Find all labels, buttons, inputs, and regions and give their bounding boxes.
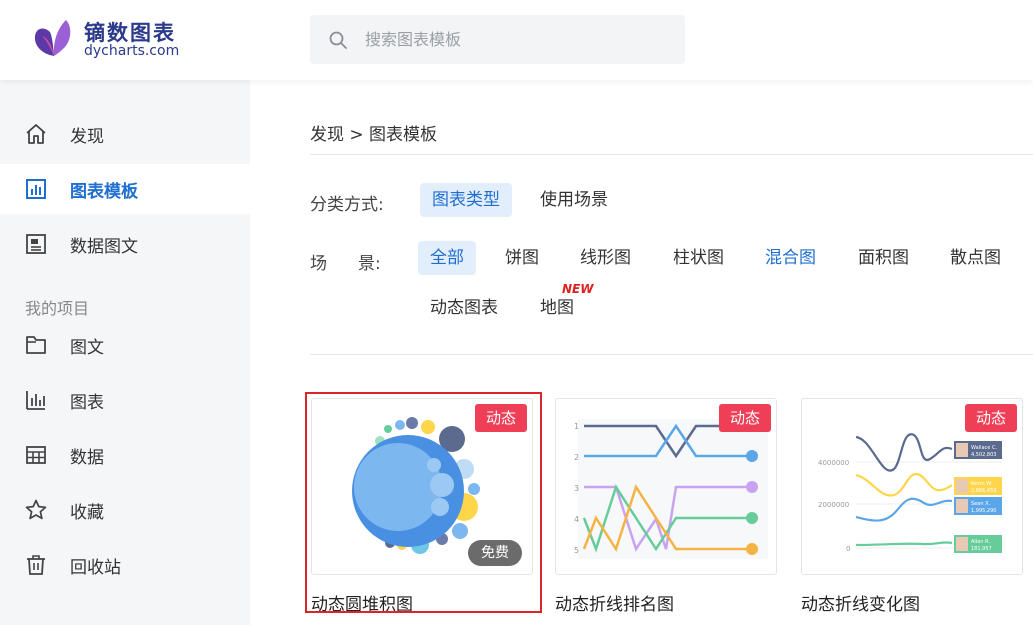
rank-tick: 1 bbox=[574, 422, 579, 431]
my-projects-heading: 我的项目 bbox=[25, 299, 90, 318]
trash-icon bbox=[27, 555, 45, 575]
sidebar-item-data-article[interactable]: 数据图文 bbox=[0, 219, 250, 269]
y-tick: 0 bbox=[846, 545, 850, 553]
sidebar-item-label: 数据 bbox=[70, 447, 104, 468]
classify-label: 分类方式: bbox=[310, 195, 384, 215]
sidebar-item-label: 数据图文 bbox=[70, 236, 138, 257]
bar-label-value: 181,957 bbox=[971, 546, 992, 552]
search-box[interactable] bbox=[310, 15, 685, 64]
article-icon bbox=[26, 234, 46, 254]
logo[interactable]: 镝数图表 dycharts.com bbox=[32, 14, 192, 64]
rank-tick: 5 bbox=[574, 546, 579, 555]
y-tick: 2000000 bbox=[818, 501, 849, 509]
dynamic-tag: 动态 bbox=[965, 404, 1017, 432]
new-badge: NEW bbox=[562, 282, 594, 296]
star-icon bbox=[25, 499, 47, 520]
dynamic-tag: 动态 bbox=[719, 404, 771, 432]
scene-pie[interactable]: 饼图 bbox=[493, 241, 551, 275]
sidebar-item-label: 图文 bbox=[70, 337, 104, 358]
scene-map[interactable]: 地图 bbox=[528, 291, 586, 325]
template-title[interactable]: 动态折线排名图 bbox=[555, 590, 674, 615]
home-icon bbox=[26, 124, 46, 144]
template-title[interactable]: 动态折线变化图 bbox=[801, 590, 920, 615]
sidebar-item-label: 图表 bbox=[70, 392, 104, 413]
sidebar-item-discover[interactable]: 发现 bbox=[0, 109, 250, 159]
rank-tick: 3 bbox=[574, 484, 579, 493]
sidebar-item-articles[interactable]: 图文 bbox=[0, 320, 250, 370]
sidebar-item-label: 发现 bbox=[70, 126, 104, 147]
scene-label-a: 场 bbox=[310, 254, 327, 274]
bar-chart-icon bbox=[26, 391, 45, 410]
logo-butterfly-icon bbox=[34, 20, 71, 56]
sidebar: 发现 图表模板 数据图文 我的项目 图文 图表 数据 收藏 回收站 bbox=[0, 80, 250, 625]
sidebar-item-label: 收藏 bbox=[70, 502, 104, 523]
sidebar-item-label: 回收站 bbox=[70, 557, 121, 578]
divider bbox=[310, 154, 1033, 155]
sidebar-item-data[interactable]: 数据 bbox=[0, 430, 250, 480]
rank-tick: 2 bbox=[574, 453, 579, 462]
chart-template-icon bbox=[26, 179, 46, 199]
folder-icon bbox=[26, 336, 46, 354]
breadcrumb: 发现 > 图表模板 bbox=[310, 125, 438, 145]
scene-area[interactable]: 面积图 bbox=[846, 241, 921, 275]
scene-scatter[interactable]: 散点图 bbox=[938, 241, 1013, 275]
sidebar-item-label: 图表模板 bbox=[70, 181, 138, 202]
logo-text-en: dycharts.com bbox=[84, 43, 180, 59]
divider bbox=[310, 354, 1033, 355]
sidebar-item-trash[interactable]: 回收站 bbox=[0, 540, 250, 590]
template-thumbnail[interactable]: 1 2 3 4 5 动态 bbox=[555, 398, 777, 575]
scene-dynamic[interactable]: 动态图表 bbox=[418, 291, 510, 325]
bar-label-name: Allen R. bbox=[971, 539, 990, 545]
bar-label-name: Wallace C. bbox=[971, 445, 997, 451]
selection-highlight bbox=[305, 392, 542, 613]
y-tick: 4000000 bbox=[818, 459, 849, 467]
scene-mixed[interactable]: 混合图 bbox=[753, 241, 828, 275]
sidebar-item-favorites[interactable]: 收藏 bbox=[0, 485, 250, 535]
search-input[interactable] bbox=[365, 15, 665, 64]
scene-line[interactable]: 线形图 bbox=[568, 241, 643, 275]
rank-tick: 4 bbox=[574, 515, 579, 524]
scene-all[interactable]: 全部 bbox=[418, 241, 476, 275]
scene-label-b: 景: bbox=[358, 254, 381, 274]
filter-chart-type[interactable]: 图表类型 bbox=[420, 183, 512, 217]
bar-label-value: 4,502,803 bbox=[971, 452, 996, 458]
table-icon bbox=[26, 446, 46, 464]
sidebar-item-charts[interactable]: 图表 bbox=[0, 375, 250, 425]
bar-label-name: Kevin W. bbox=[971, 481, 993, 487]
top-header: 镝数图表 dycharts.com bbox=[0, 0, 1033, 80]
bar-label-value: 1,995,290 bbox=[971, 508, 996, 514]
scene-bar[interactable]: 柱状图 bbox=[661, 241, 736, 275]
search-icon bbox=[329, 31, 347, 49]
bar-label-value: 2,866,459 bbox=[971, 488, 996, 494]
main-content: 发现 > 图表模板 分类方式: 图表类型 使用场景 场 景: 全部 饼图 线形图… bbox=[250, 80, 1033, 625]
filter-use-scene[interactable]: 使用场景 bbox=[528, 183, 620, 217]
bar-label-name: Sean X. bbox=[971, 501, 990, 507]
template-thumbnail[interactable]: 4000000 2000000 0 Wallace C. 4,502,803 K… bbox=[801, 398, 1023, 575]
sidebar-item-chart-templates[interactable]: 图表模板 bbox=[0, 164, 250, 214]
